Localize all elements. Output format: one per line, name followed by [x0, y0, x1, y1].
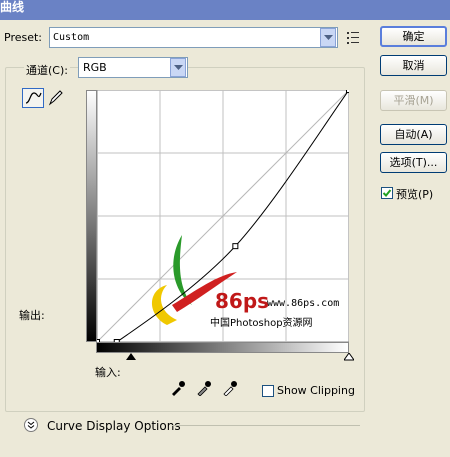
smooth-button[interactable]: 平滑(M)	[380, 90, 447, 111]
preset-options-icon[interactable]	[347, 32, 361, 44]
curve-display-options-label[interactable]: Curve Display Options	[47, 419, 181, 433]
curve-control-point[interactable]	[232, 243, 239, 250]
curve-graph[interactable]: 86ps www.86ps.com 中国Photoshop资源网	[97, 90, 349, 342]
cancel-button[interactable]: 取消	[380, 55, 447, 76]
chevron-down-icon[interactable]	[170, 58, 186, 77]
show-clipping-label: Show Clipping	[277, 384, 355, 397]
preset-value: Custom	[53, 32, 90, 43]
logo-text: 86ps	[215, 289, 269, 313]
watermark-site: www.86ps.com	[267, 298, 339, 309]
window-title: 曲线	[0, 0, 25, 14]
input-label: 输入:	[95, 366, 121, 379]
channel-value: RGB	[83, 61, 107, 74]
black-point-slider[interactable]	[126, 353, 136, 361]
curve-tool-icon[interactable]	[22, 88, 44, 108]
chevron-down-icon[interactable]	[320, 28, 336, 47]
expand-chevron-icon[interactable]	[24, 418, 38, 432]
curve-control-point[interactable]	[346, 90, 350, 93]
show-clipping-checkbox[interactable]	[262, 385, 274, 397]
ok-button[interactable]: 确定	[380, 26, 447, 47]
channel-select[interactable]: RGB	[78, 57, 188, 78]
options-button[interactable]: 选项(T)...	[380, 152, 447, 173]
preset-select[interactable]: Custom	[49, 27, 338, 48]
input-gradient-bar	[96, 342, 349, 353]
white-point-slider[interactable]	[344, 353, 354, 361]
output-label: 输出:	[19, 309, 45, 322]
divider	[172, 425, 360, 426]
preview-label: 预览(P)	[396, 188, 434, 201]
pencil-icon[interactable]	[46, 88, 68, 108]
channel-label: 通道(C):	[24, 62, 70, 78]
preview-checkbox[interactable]	[381, 187, 393, 199]
output-gradient-bar	[86, 90, 97, 342]
title-bar: 曲线	[0, 0, 450, 20]
preset-label: Preset:	[4, 31, 43, 44]
watermark-text: 中国Photoshop资源网	[210, 316, 313, 329]
black-eyedropper-icon[interactable]	[170, 380, 186, 396]
white-eyedropper-icon[interactable]	[222, 380, 238, 397]
auto-button[interactable]: 自动(A)	[380, 124, 447, 145]
gray-eyedropper-icon[interactable]	[196, 380, 212, 397]
